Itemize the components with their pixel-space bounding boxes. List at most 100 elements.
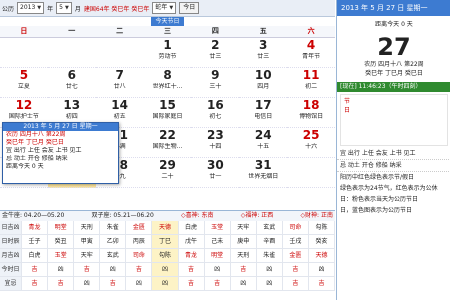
- almanac-cell: 吉: [74, 263, 101, 277]
- day-cell[interactable]: 10 四月: [239, 68, 288, 98]
- day-cell[interactable]: 23 十四: [191, 128, 240, 158]
- day-number: 25: [302, 128, 320, 142]
- day-cell[interactable]: 15 国际家庭日: [143, 98, 192, 128]
- almanac-cell: 勾陈: [152, 249, 179, 263]
- calendar-toolbar: 公历 2013 ▼ 年 5 ▼ 月 建国64年 癸巳年 癸巳年 蛇年 ▼ 今日: [0, 0, 335, 17]
- almanac-row-header: 日吉凶: [0, 221, 22, 235]
- day-sub: 初二: [305, 83, 318, 90]
- almanac-cell: 辛酉: [256, 235, 283, 249]
- day-sub: 十五: [257, 143, 270, 150]
- day-sub: 廿三: [209, 53, 222, 60]
- day-number: 22: [159, 128, 176, 142]
- day-cell: [0, 38, 48, 68]
- day-number: 5: [19, 68, 29, 82]
- almanac-cell: 朱雀: [100, 221, 127, 235]
- day-cell[interactable]: 16 初七: [191, 98, 240, 128]
- day-number: 15: [159, 98, 176, 112]
- day-number: 23: [207, 128, 224, 142]
- weekday-6: 六: [307, 27, 315, 35]
- almanac-cell: 白虎: [22, 249, 49, 263]
- day-number: 9: [211, 68, 220, 82]
- day-number: 8: [163, 68, 172, 82]
- day-cell[interactable]: 4 青年节: [287, 38, 335, 68]
- zodiac-sign-2: 双子座: 05.21—06.20: [91, 212, 154, 219]
- zodiac-select[interactable]: 蛇年 ▼: [152, 2, 177, 14]
- day-sub: 博物馆日: [299, 113, 324, 120]
- day-cell[interactable]: 25 十六: [287, 128, 335, 158]
- almanac-cell: 白虎: [178, 221, 205, 235]
- almanac-cell: 凶: [48, 263, 75, 277]
- almanac-cell: 青龙: [178, 249, 205, 263]
- day-cell: [95, 38, 144, 68]
- day-sub: 二十: [161, 173, 174, 180]
- day-number: 17: [254, 98, 272, 112]
- day-cell[interactable]: 2 廿三: [191, 38, 240, 68]
- month-select[interactable]: 5 ▼: [56, 2, 72, 14]
- day-cell[interactable]: 31 世界无烟日: [239, 158, 288, 188]
- day-number: 31: [254, 158, 272, 172]
- day-sub: 三十: [209, 83, 222, 90]
- calendar-type-label: 公历: [2, 5, 15, 13]
- day-cell[interactable]: 8 世界红十...: [143, 68, 192, 98]
- day-cell[interactable]: 30 廿一: [191, 158, 240, 188]
- almanac-cell: 凶: [256, 263, 283, 277]
- day-cell: [47, 38, 96, 68]
- day-number: 13: [63, 98, 81, 112]
- day-number: 10: [254, 68, 272, 82]
- almanac-cell: 乙卯: [100, 235, 127, 249]
- day-cell[interactable]: 1 劳动节: [143, 38, 192, 68]
- day-cell: [287, 158, 335, 188]
- sidebar-ganzhi: 癸巳年 丁巳月 癸巳日: [365, 70, 423, 77]
- almanac-cell: 癸亥: [308, 235, 335, 249]
- today-button[interactable]: 今日: [179, 2, 200, 14]
- almanac-row-header: 今时日: [0, 263, 22, 277]
- day-number: 1: [163, 38, 172, 52]
- almanac-cell: 金匮: [282, 249, 309, 263]
- almanac-cell: 玄武: [256, 221, 283, 235]
- chevron-down-icon: ▼: [65, 5, 69, 11]
- day-number: 16: [207, 98, 224, 112]
- day-cell[interactable]: 5 立夏: [0, 68, 48, 98]
- day-cell[interactable]: 22 国际生物...: [143, 128, 192, 158]
- almanac-cell: 吉: [48, 277, 75, 291]
- day-sub: 初七: [209, 113, 222, 120]
- day-cell[interactable]: 24 十五: [239, 128, 288, 158]
- day-cell[interactable]: 18 博物馆日: [287, 98, 335, 128]
- day-cell[interactable]: 3 廿三: [239, 38, 288, 68]
- almanac-cell: 丙辰: [126, 235, 153, 249]
- sidebar-distance: 距离今天 0 天: [375, 21, 413, 28]
- day-cell[interactable]: 7 廿八: [95, 68, 144, 98]
- day-number: 14: [111, 98, 128, 112]
- festival-bar: 今天节日: [0, 17, 335, 26]
- day-detail-popup: 2013 年 5 月 27 日 星期一 农历 四月十八 第22周 癸巳年 丁巳月…: [2, 122, 119, 184]
- fu-shen: ◇福神: 正西: [240, 212, 274, 219]
- almanac-cell: 凶: [152, 277, 179, 291]
- day-cell[interactable]: 9 三十: [191, 68, 240, 98]
- day-number: 6: [67, 68, 76, 82]
- legend-line-4: 日，蓝色图表示为公历节日: [340, 207, 413, 214]
- almanac-cell: 壬子: [22, 235, 49, 249]
- day-sub: 十六: [305, 143, 318, 150]
- day-sub: 四月: [257, 83, 270, 90]
- day-number: 18: [302, 98, 320, 112]
- almanac-cell: 凶: [126, 277, 153, 291]
- day-cell[interactable]: 6 廿七: [47, 68, 96, 98]
- popup-lunar: 农历 四月十八 第22周: [6, 131, 66, 138]
- day-cell[interactable]: 17 电信日: [239, 98, 288, 128]
- almanac-cell: 凶: [100, 263, 127, 277]
- almanac-cell: 戊午: [178, 235, 205, 249]
- day-cell[interactable]: 11 初二: [287, 68, 335, 98]
- year-select[interactable]: 2013 ▼: [17, 2, 45, 14]
- almanac-cell: 天刑: [74, 221, 101, 235]
- almanac-cell: 凶: [74, 277, 101, 291]
- day-cell[interactable]: 29 二十: [143, 158, 192, 188]
- almanac-cell: 吉: [230, 263, 257, 277]
- day-sub: 世界无烟日: [248, 173, 279, 180]
- almanac-cell: 天牢: [74, 249, 101, 263]
- legend-line-1: 阳历中红色绿色表示节/假日: [337, 171, 450, 183]
- sidebar-ji: 忌 动土 开仓 修船 纳采: [337, 159, 450, 171]
- zodiac-sign-1: 金牛座: 04.20—05.20: [2, 212, 65, 219]
- festival-tag[interactable]: 今天节日: [151, 17, 184, 26]
- day-number: 29: [159, 158, 176, 172]
- almanac-cell: 吉: [178, 263, 205, 277]
